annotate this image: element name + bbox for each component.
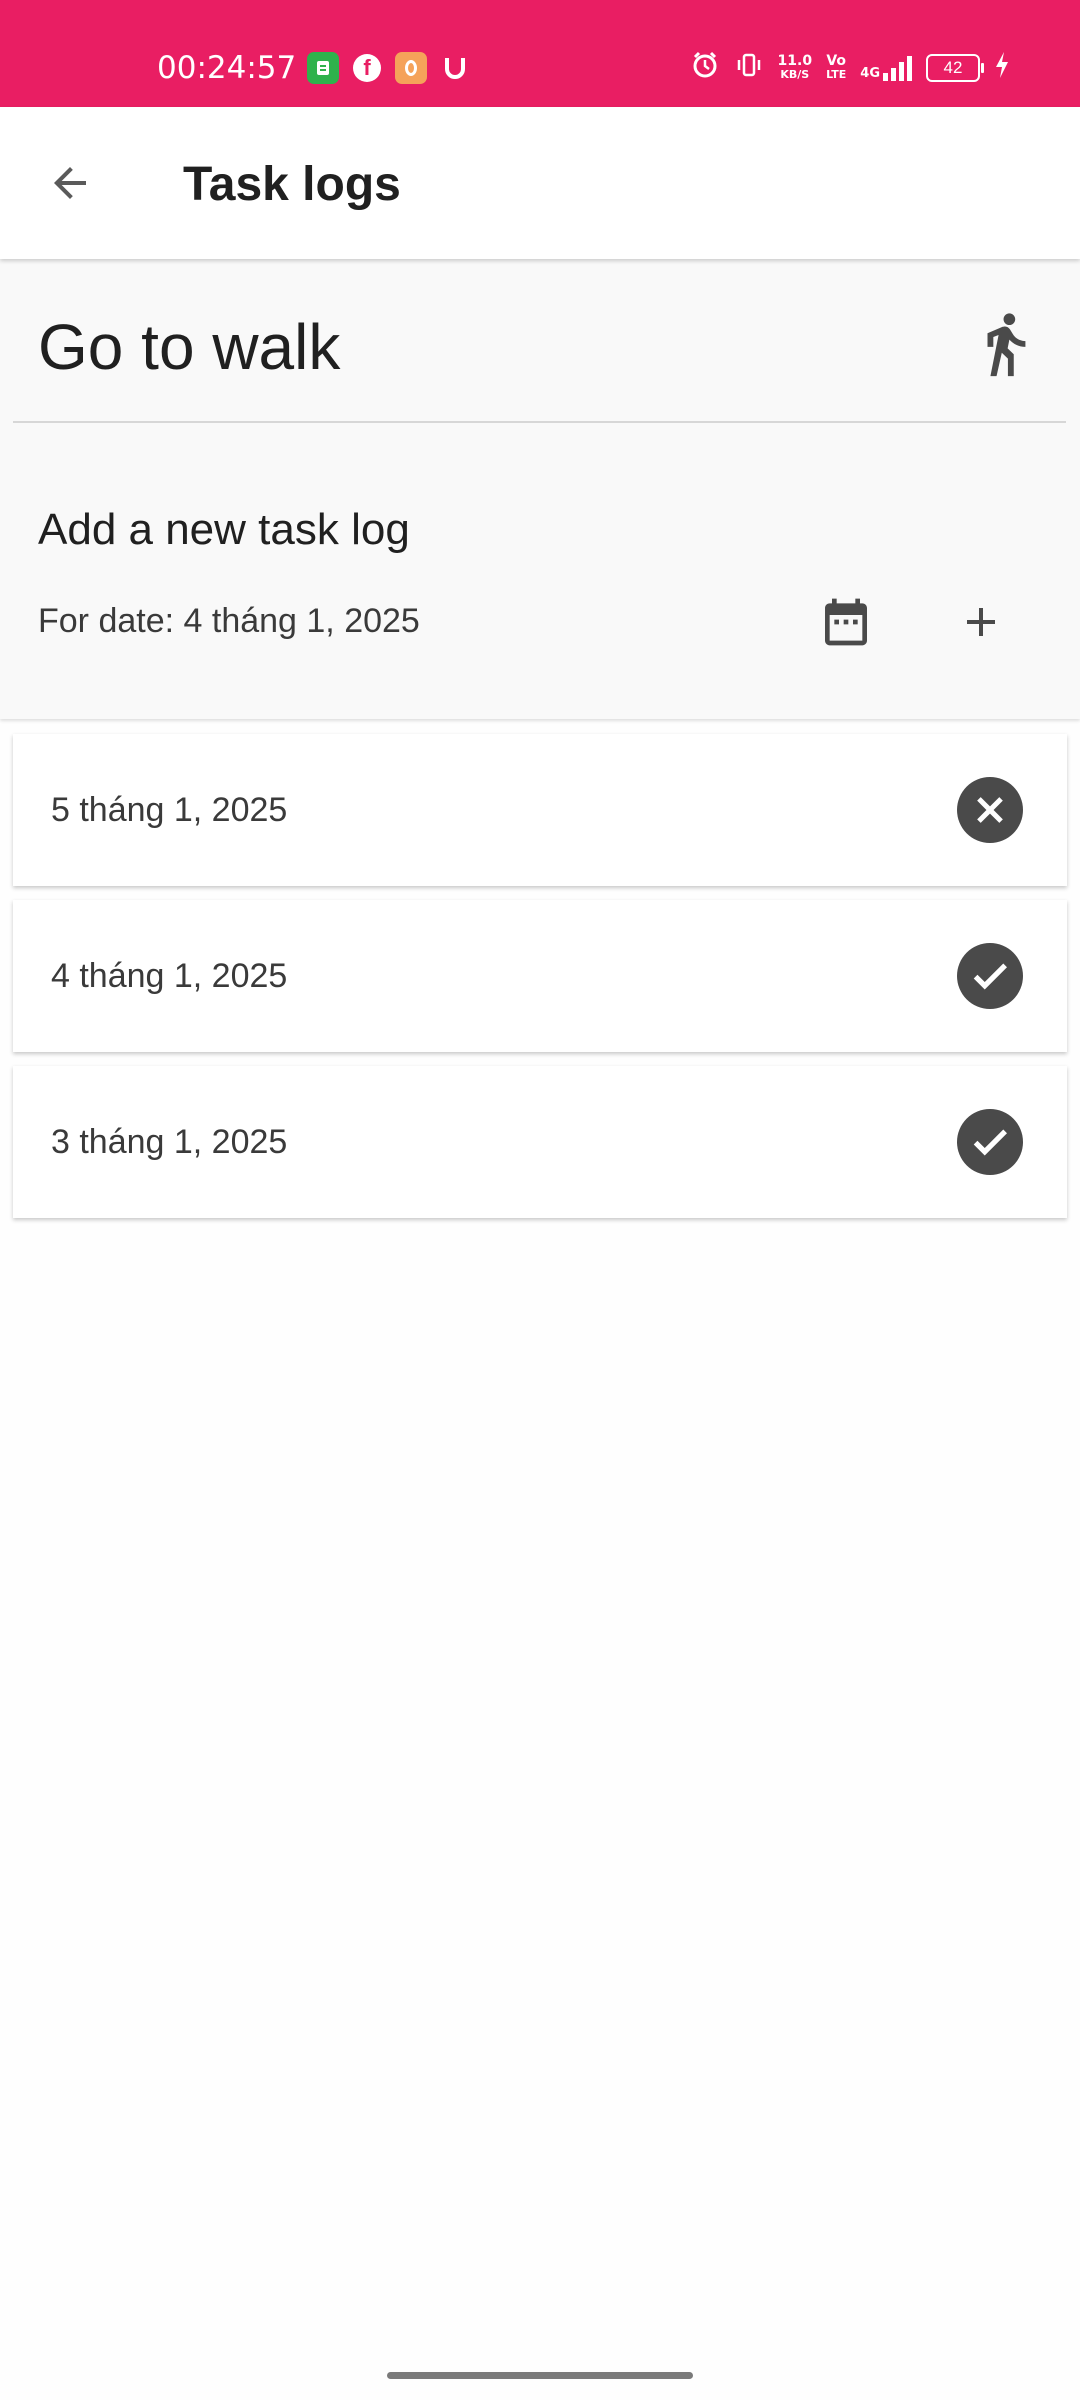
page-title: Task logs [183, 158, 401, 211]
list-item[interactable]: 4 tháng 1, 2025 [13, 900, 1067, 1052]
app-bar: Task logs [0, 107, 1080, 259]
network-speed: 11.0 KB/S [778, 54, 813, 82]
network-type: 4G [860, 65, 880, 81]
log-date: 3 tháng 1, 2025 [51, 1123, 288, 1161]
back-arrow-icon [54, 167, 86, 199]
facebook-icon: f [351, 52, 383, 84]
log-list: 5 tháng 1, 2025 4 tháng 1, 2025 3 tháng … [13, 734, 1067, 1232]
home-indicator[interactable] [387, 2372, 693, 2379]
signal-icon [883, 55, 912, 81]
network-speed-unit: KB/S [780, 67, 810, 81]
add-log-title: Add a new task log [38, 505, 410, 554]
notification-icons: f [307, 52, 471, 84]
log-date: 4 tháng 1, 2025 [51, 957, 288, 995]
app-icon [307, 52, 339, 84]
alarm-icon [690, 50, 720, 85]
volte-indicator: Vo LTE [826, 54, 846, 82]
orange-app-icon [395, 52, 427, 84]
back-button[interactable] [28, 141, 112, 225]
network-speed-value: 11.0 [777, 52, 813, 69]
check-icon [973, 963, 1007, 990]
task-name: Go to walk [38, 311, 341, 383]
divider [13, 421, 1066, 423]
system-icons: 11.0 KB/S Vo LTE 4G 42 [690, 50, 1010, 85]
calendar-icon [825, 598, 867, 646]
pick-date-button[interactable] [810, 586, 882, 658]
status-time: 00:24:57 [157, 50, 297, 86]
list-item[interactable]: 5 tháng 1, 2025 [13, 734, 1067, 886]
u-icon [439, 52, 471, 84]
log-status-button[interactable] [957, 943, 1023, 1009]
battery-icon: 42 [926, 53, 984, 82]
log-status-button[interactable] [957, 1109, 1023, 1175]
log-status-button[interactable] [957, 777, 1023, 843]
volte-bottom: LTE [826, 67, 847, 81]
list-item[interactable]: 3 tháng 1, 2025 [13, 1066, 1067, 1218]
log-date: 5 tháng 1, 2025 [51, 791, 288, 829]
cancel-icon [977, 797, 1003, 823]
battery-level: 42 [943, 57, 963, 77]
signal-indicator: 4G [860, 55, 912, 81]
task-header: Go to walk Add a new task log For date: … [0, 259, 1080, 719]
charging-icon [994, 51, 1010, 84]
add-log-button[interactable] [945, 586, 1017, 658]
walk-icon [970, 304, 1040, 384]
for-date-label: For date: 4 tháng 1, 2025 [38, 602, 420, 640]
volte-top: Vo [826, 52, 847, 69]
check-icon [973, 1129, 1007, 1156]
status-bar: 00:24:57 f 11.0 KB/S Vo LTE 4G 42 [0, 0, 1080, 107]
vibrate-icon [734, 50, 764, 85]
plus-icon [967, 608, 995, 636]
